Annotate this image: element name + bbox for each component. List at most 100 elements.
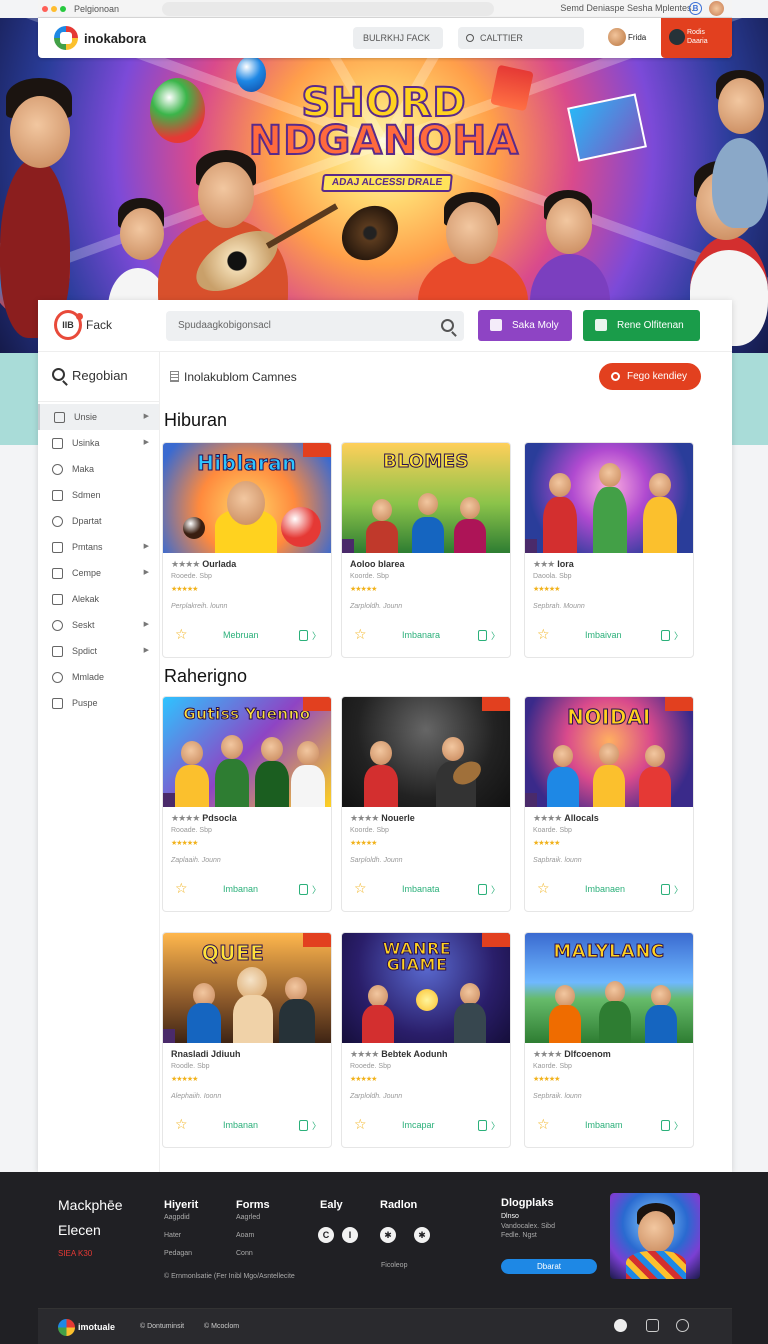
sidebar-item[interactable]: Unsie ▶ [38, 404, 159, 430]
brand-name[interactable]: inokabora [84, 31, 146, 46]
game-card[interactable]: BLOMES Aoloo blarea Koorde. Sbp ★★★★★ Za… [341, 442, 511, 658]
card-category[interactable]: Imbanaen [585, 884, 625, 894]
search-icon[interactable] [441, 319, 454, 332]
card-thumbnail[interactable]: NOIDAI [525, 697, 693, 807]
app-brand[interactable]: Fack [86, 318, 112, 332]
share-button[interactable]: 〉 [660, 883, 683, 896]
sidebar-item[interactable]: Dpartat [38, 508, 159, 534]
sidebar-item[interactable]: Spdict ▶ [38, 638, 159, 664]
card-category[interactable]: Imbanata [402, 884, 440, 894]
footer-link[interactable]: Hater [164, 1232, 181, 1239]
minimize-dot-icon[interactable] [51, 5, 57, 12]
user-name[interactable]: Frida [628, 33, 646, 42]
favorite-star-icon[interactable]: ☆ [537, 626, 550, 643]
game-card[interactable]: ★★★★ Nouerle Koorde. Sbp ★★★★★ Sarploldh.… [341, 696, 511, 912]
footer-bottom-link[interactable]: © Dontuminsit [140, 1323, 184, 1330]
close-dot-icon[interactable] [42, 5, 48, 12]
nav-link[interactable]: BULRKHJ FACK [353, 27, 443, 49]
user-avatar[interactable] [608, 28, 626, 46]
power-icon[interactable] [676, 1319, 689, 1332]
share-button[interactable]: 〉 [660, 1119, 683, 1132]
favorite-star-icon[interactable]: ☆ [537, 1116, 550, 1133]
filter-button[interactable]: Fego kendiey [599, 363, 701, 390]
browser-tab-title[interactable]: Pelgionoan [74, 4, 119, 14]
social-icon-i[interactable]: I [342, 1227, 358, 1243]
breadcrumb[interactable]: Inolakublom Camnes [170, 370, 297, 384]
promo-image[interactable] [610, 1193, 700, 1279]
game-card[interactable]: ★★★ Iora Daoola. Sbp ★★★★★ Sepbrah. Mounn… [524, 442, 694, 658]
card-thumbnail[interactable]: MALYLANC [525, 933, 693, 1043]
address-bar[interactable] [162, 2, 494, 16]
sidebar-item[interactable]: Alekak [38, 586, 159, 612]
share-button[interactable]: 〉 [298, 883, 321, 896]
social-icon-star[interactable]: ✱ [380, 1227, 396, 1243]
footer-link[interactable]: Conn [236, 1250, 253, 1257]
footer-bottom-link[interactable]: © Mcoclom [204, 1323, 239, 1330]
main-search-input[interactable]: Spudaagkobigonsacl [166, 311, 464, 341]
card-category[interactable]: Imbanan [223, 1120, 258, 1130]
card-thumbnail[interactable]: WANRE GIAME [342, 933, 510, 1043]
sidebar-item[interactable]: Sdmen [38, 482, 159, 508]
footer-logo-icon[interactable] [58, 1319, 75, 1336]
nav-cta-button[interactable]: Rodis Daaria [661, 18, 732, 58]
card-category[interactable]: Imbaivan [585, 630, 622, 640]
card-thumbnail[interactable] [525, 443, 693, 553]
card-thumbnail[interactable]: Gutiss Yuenno [163, 697, 331, 807]
favorite-star-icon[interactable]: ☆ [354, 1116, 367, 1133]
game-card[interactable]: WANRE GIAME ★★★★ Bebtek Aodunh Rooede. Sb… [341, 932, 511, 1148]
footer-link[interactable]: Aoam [236, 1232, 254, 1239]
favorite-star-icon[interactable]: ☆ [175, 880, 188, 897]
favorite-star-icon[interactable]: ☆ [175, 626, 188, 643]
card-category[interactable]: Imbanara [402, 630, 440, 640]
sidebar-item[interactable]: Cempe ▶ [38, 560, 159, 586]
share-button[interactable]: 〉 [298, 629, 321, 642]
social-icon-star[interactable]: ✱ [414, 1227, 430, 1243]
sidebar-item[interactable]: Mmlade [38, 664, 159, 690]
sidebar-item[interactable]: Pmtans ▶ [38, 534, 159, 560]
sidebar-item[interactable]: Puspe [38, 690, 159, 716]
card-category[interactable]: Mebruan [223, 630, 259, 640]
notification-icon[interactable] [614, 1319, 627, 1332]
share-button[interactable]: 〉 [298, 1119, 321, 1132]
window-controls[interactable] [42, 5, 66, 12]
footer-bottom-brand[interactable]: imotuale [78, 1322, 115, 1332]
favorite-star-icon[interactable]: ☆ [175, 1116, 188, 1133]
footer-link[interactable]: Aagpdid [164, 1214, 190, 1221]
action-button-secondary[interactable]: Rene Olfitenan [583, 310, 700, 341]
share-button[interactable]: 〉 [477, 1119, 500, 1132]
card-thumbnail[interactable]: QUEE [163, 933, 331, 1043]
maximize-dot-icon[interactable] [60, 5, 66, 12]
footer-link[interactable]: Ficoleop [381, 1262, 407, 1269]
card-category[interactable]: Imbanam [585, 1120, 623, 1130]
game-card[interactable]: MALYLANC ★★★★ Dlfcoenom Kaorde. Sbp ★★★★★… [524, 932, 694, 1148]
card-thumbnail[interactable] [342, 697, 510, 807]
app-logo[interactable]: IIB [54, 310, 83, 340]
sidebar-search[interactable]: Regobian [38, 352, 159, 402]
card-category[interactable]: Imbanan [223, 884, 258, 894]
share-button[interactable]: 〉 [477, 629, 500, 642]
footer-link[interactable]: Aagrled [236, 1214, 260, 1221]
share-button[interactable]: 〉 [477, 883, 500, 896]
share-button[interactable]: 〉 [660, 629, 683, 642]
sidebar-item[interactable]: Seskt ▶ [38, 612, 159, 638]
favorite-star-icon[interactable]: ☆ [537, 880, 550, 897]
sidebar-item[interactable]: Usinka ▶ [38, 430, 159, 456]
card-thumbnail[interactable]: BLOMES [342, 443, 510, 553]
brand-logo-icon[interactable] [54, 26, 78, 50]
promo-button[interactable]: Dbarat [501, 1259, 597, 1274]
game-card[interactable]: Gutiss Yuenno ★★★★ Pdsocla Rooade. Sbp ★★… [162, 696, 332, 912]
game-card[interactable]: Hiblaran ★★★★ Ourlada Rooede. Sbp ★★★★★ P… [162, 442, 332, 658]
profile-badge-icon[interactable]: B [689, 2, 702, 15]
game-card[interactable]: NOIDAI ★★★★ Allocals Koarde. Sbp ★★★★★ Sa… [524, 696, 694, 912]
card-category[interactable]: Imcapar [402, 1120, 435, 1130]
card-thumbnail[interactable]: Hiblaran [163, 443, 331, 553]
social-icon-c[interactable]: C [318, 1227, 334, 1243]
favorite-star-icon[interactable]: ☆ [354, 880, 367, 897]
action-button-primary[interactable]: Saka Moly [478, 310, 572, 341]
nav-search-input[interactable]: CALTTIER [458, 27, 584, 49]
user-avatar-icon[interactable] [709, 1, 724, 16]
favorite-star-icon[interactable]: ☆ [354, 626, 367, 643]
sidebar-item[interactable]: Maka [38, 456, 159, 482]
game-card[interactable]: QUEE Rnasladi Jdiuuh Roodle. Sbp ★★★★★ A… [162, 932, 332, 1148]
expand-icon[interactable] [646, 1319, 659, 1332]
